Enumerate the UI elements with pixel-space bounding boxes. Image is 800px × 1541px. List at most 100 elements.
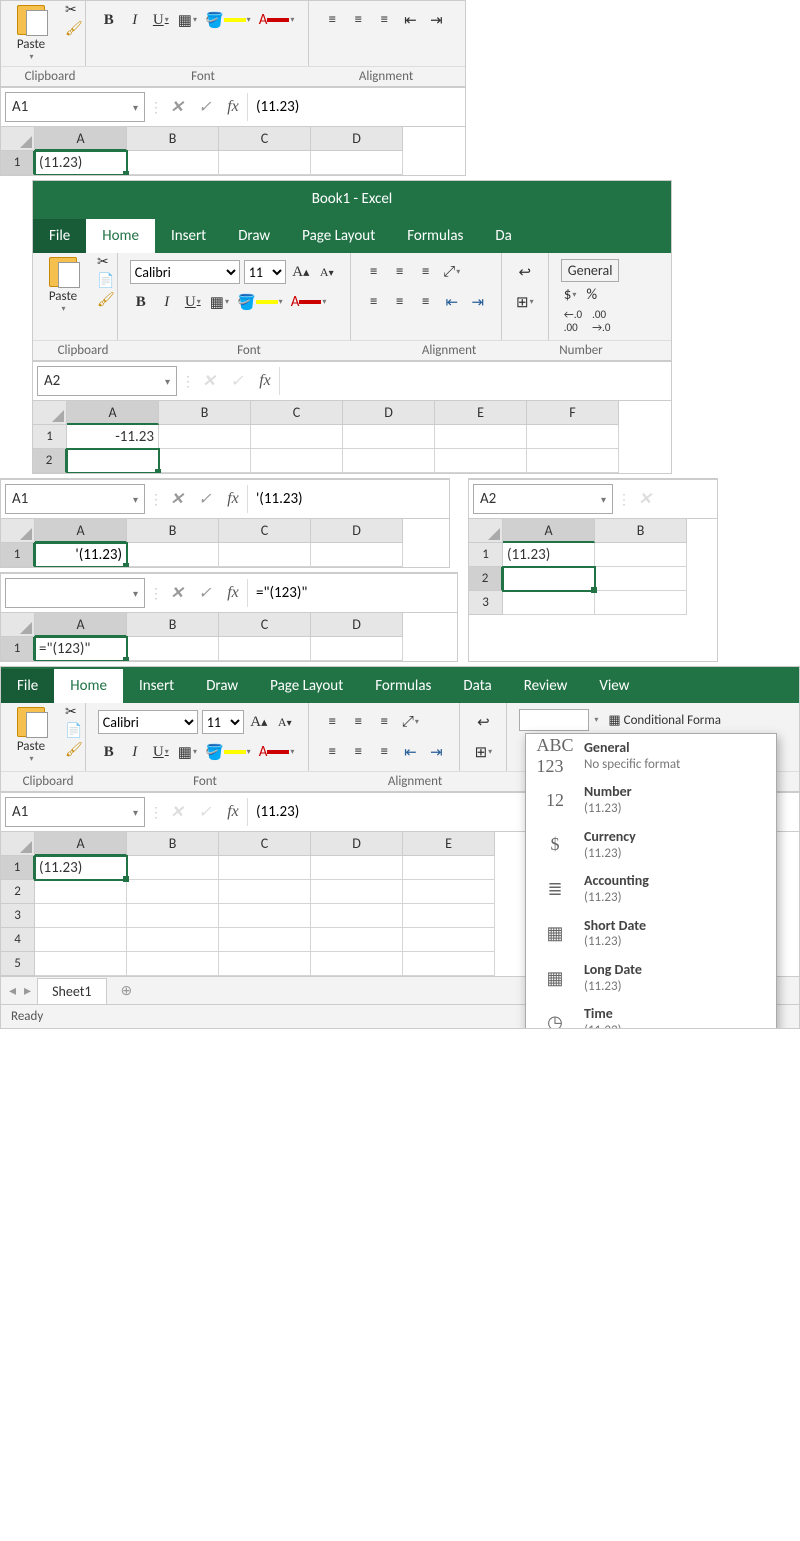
- italic-button[interactable]: I: [156, 289, 178, 315]
- borders-button[interactable]: ▦▾: [176, 7, 199, 33]
- format-painter-icon[interactable]: 🖌: [65, 20, 83, 37]
- font-name-select[interactable]: Calibri: [98, 710, 198, 734]
- cell-a1[interactable]: (11.23): [35, 856, 127, 880]
- cell-c1[interactable]: [219, 151, 311, 175]
- fx-icon[interactable]: fx: [219, 798, 247, 826]
- format-option-accounting[interactable]: ≣Accounting (11.23): [526, 867, 776, 911]
- indent-inc-button[interactable]: ⇥: [425, 7, 447, 33]
- format-painter-icon[interactable]: 🖌: [65, 741, 83, 758]
- borders-button[interactable]: ▦▾: [176, 739, 199, 765]
- bold-button[interactable]: B: [98, 739, 120, 765]
- valign-bot-button[interactable]: ≡: [415, 259, 437, 285]
- fx-icon[interactable]: fx: [219, 485, 247, 513]
- cell-a2[interactable]: [67, 449, 159, 473]
- indent-dec-button[interactable]: ⇤: [441, 289, 463, 315]
- name-box[interactable]: A1▾: [5, 92, 145, 122]
- sheet-tab[interactable]: Sheet1: [37, 978, 106, 1004]
- enter-button[interactable]: ✓: [191, 93, 219, 121]
- tab-formulas[interactable]: Formulas: [359, 669, 447, 703]
- name-box[interactable]: A1▾: [5, 797, 145, 827]
- add-sheet-button[interactable]: ⊕: [107, 982, 147, 999]
- cut-icon[interactable]: ✂: [65, 1, 83, 18]
- italic-button[interactable]: I: [124, 739, 146, 765]
- align-left-button[interactable]: ≡: [363, 289, 385, 315]
- cell-a1[interactable]: -11.23: [67, 425, 159, 449]
- paste-button[interactable]: Paste ▾: [1, 703, 61, 771]
- font-color-button[interactable]: A▾: [257, 7, 297, 33]
- cell-a1[interactable]: (11.23): [35, 151, 127, 175]
- tab-page-layout[interactable]: Page Layout: [254, 669, 359, 703]
- cell-a1[interactable]: (11.23): [503, 543, 595, 567]
- format-option-short-date[interactable]: ▦Short Date(11.23): [526, 912, 776, 956]
- col-header-c[interactable]: C: [219, 127, 311, 151]
- name-box[interactable]: A1▾: [5, 484, 145, 514]
- enter-button[interactable]: ✓: [191, 579, 219, 607]
- currency-button[interactable]: $▾: [561, 286, 580, 304]
- font-name-select[interactable]: Calibri: [130, 260, 240, 284]
- row-header-1[interactable]: 1: [1, 151, 35, 175]
- tab-data[interactable]: Da: [479, 219, 527, 253]
- percent-button[interactable]: %: [583, 286, 600, 304]
- format-option-long-date[interactable]: ▦Long Date(11.23): [526, 956, 776, 1000]
- col-header[interactable]: E: [435, 401, 527, 425]
- font-size-select[interactable]: 11: [202, 710, 244, 734]
- enter-button[interactable]: ✓: [223, 367, 251, 395]
- dec-decimal-button[interactable]: .00→.0: [589, 308, 613, 334]
- col-header[interactable]: B: [159, 401, 251, 425]
- bold-button[interactable]: B: [130, 289, 152, 315]
- name-box[interactable]: A2▾: [473, 484, 613, 514]
- decrease-font-button[interactable]: A▾: [274, 709, 296, 735]
- cancel-button[interactable]: ✕: [195, 367, 223, 395]
- cancel-button[interactable]: ✕: [163, 93, 191, 121]
- col-header-b[interactable]: B: [127, 127, 219, 151]
- select-all-corner[interactable]: [1, 127, 35, 151]
- formula-bar[interactable]: [247, 485, 449, 513]
- format-option-general[interactable]: ABC123GeneralNo specific format: [526, 734, 776, 778]
- align-left-button[interactable]: ≡: [321, 7, 343, 33]
- cut-icon[interactable]: ✂: [97, 253, 115, 270]
- number-format-select[interactable]: [519, 709, 589, 731]
- indent-inc-button[interactable]: ⇥: [467, 289, 489, 315]
- decrease-font-button[interactable]: A▾: [316, 259, 338, 285]
- underline-button[interactable]: U▾: [150, 7, 172, 33]
- cell-d1[interactable]: [311, 151, 403, 175]
- cell-a2[interactable]: [503, 567, 595, 591]
- tab-home[interactable]: Home: [86, 219, 155, 253]
- fx-icon[interactable]: fx: [251, 367, 279, 395]
- row-header[interactable]: 1: [33, 425, 67, 449]
- row-header[interactable]: 2: [33, 449, 67, 473]
- merge-button[interactable]: ⊞▾: [514, 289, 536, 315]
- tab-insert[interactable]: Insert: [123, 669, 190, 703]
- tab-insert[interactable]: Insert: [155, 219, 222, 253]
- inc-decimal-button[interactable]: ←.0.00: [561, 308, 585, 334]
- formula-bar[interactable]: [247, 93, 465, 121]
- format-option-time[interactable]: ◷Time(11.23): [526, 1000, 776, 1029]
- italic-button[interactable]: I: [124, 7, 146, 33]
- increase-font-button[interactable]: A▴: [290, 259, 312, 285]
- fx-icon[interactable]: fx: [219, 93, 247, 121]
- tab-file[interactable]: File: [33, 219, 86, 253]
- align-right-button[interactable]: ≡: [415, 289, 437, 315]
- font-color-button[interactable]: A▾: [257, 739, 297, 765]
- copy-icon[interactable]: 📄: [97, 272, 115, 289]
- merge-button[interactable]: ⊞▾: [472, 739, 494, 765]
- fill-color-button[interactable]: 🪣▾: [235, 289, 285, 315]
- name-box[interactable]: A2▾: [37, 366, 177, 396]
- wrap-text-button[interactable]: ↩: [514, 259, 536, 285]
- name-box[interactable]: ▾: [5, 578, 145, 608]
- select-all-corner[interactable]: [33, 401, 67, 425]
- col-header[interactable]: F: [527, 401, 619, 425]
- format-option-currency[interactable]: $Currency(11.23): [526, 823, 776, 867]
- formula-bar[interactable]: [247, 579, 457, 607]
- font-size-select[interactable]: 11: [244, 260, 286, 284]
- paste-button[interactable]: Paste ▾: [1, 1, 61, 66]
- formula-bar[interactable]: [279, 367, 671, 395]
- col-header[interactable]: D: [343, 401, 435, 425]
- select-all-corner[interactable]: [1, 519, 35, 543]
- cell-b1[interactable]: [127, 151, 219, 175]
- fill-color-button[interactable]: 🪣▾: [203, 7, 253, 33]
- col-header-a[interactable]: A: [35, 127, 127, 151]
- col-header-a[interactable]: A: [67, 401, 159, 425]
- align-center-button[interactable]: ≡: [347, 7, 369, 33]
- cancel-button[interactable]: ✕: [163, 579, 191, 607]
